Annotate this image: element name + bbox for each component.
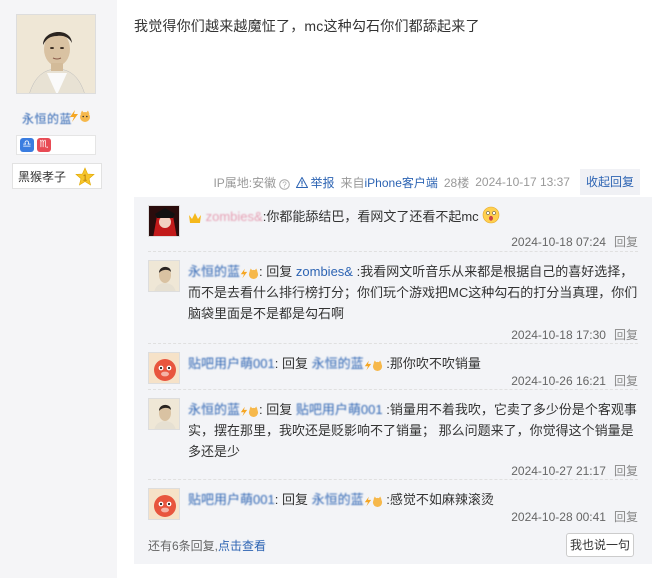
- crown-icon: [189, 213, 201, 223]
- lightning-icon: [240, 268, 248, 279]
- reply-text: :你都能舔结巴，看网文了还看不起mc: [262, 209, 479, 224]
- reply-button[interactable]: 回复: [614, 328, 638, 342]
- scorpio-icon[interactable]: ♏: [37, 138, 51, 152]
- avatar-image: [149, 261, 179, 291]
- author-name[interactable]: 永恒的蓝: [22, 110, 72, 127]
- reply-time: 2024-10-26 16:21: [511, 374, 606, 388]
- reply-to-username[interactable]: zombies&: [296, 264, 353, 279]
- level-badge[interactable]: 黑猴孝子 1: [12, 163, 102, 189]
- reply-text: :那你吹不吹销量: [386, 356, 481, 371]
- level-star-icon: 1: [75, 167, 95, 186]
- reply-meta: 2024-10-18 17:30 回复: [511, 326, 638, 343]
- avatar-image: [149, 353, 179, 383]
- cat-face-icon: [248, 268, 259, 279]
- reply-to-username[interactable]: 永恒的蓝: [312, 492, 364, 507]
- reply-time: 2024-10-27 21:17: [511, 464, 606, 478]
- reply-button[interactable]: 回复: [614, 374, 638, 388]
- reply-button[interactable]: 回复: [614, 464, 638, 478]
- sub-reply-item: 永恒的蓝: 回复 zombies& :我看网文听音乐从来都是根据自己的喜好选择，…: [148, 251, 638, 343]
- sub-reply-item: 贴吧用户萌001: 回复 永恒的蓝 :感觉不如麻辣滚烫 2024-10-28 0…: [148, 479, 638, 525]
- reply-time: 2024-10-28 00:41: [511, 510, 606, 524]
- reply-avatar[interactable]: [148, 260, 180, 292]
- level-title: 黑猴孝子: [18, 169, 67, 184]
- ip-location: IP属地:安徽 ?: [213, 174, 291, 191]
- reply-username[interactable]: 永恒的蓝: [188, 402, 240, 417]
- reply-avatar[interactable]: [148, 488, 180, 520]
- more-replies: 还有6条回复,点击查看: [148, 537, 266, 554]
- reply-meta: 2024-10-27 21:17 回复: [511, 462, 638, 479]
- author-card: 永恒的蓝 ♎ ♏ 黑猴孝子 1: [0, 0, 117, 578]
- more-replies-count: 还有6条回复,: [148, 539, 219, 553]
- lightning-icon: [364, 496, 371, 507]
- reply-to-label: 回复: [281, 492, 308, 507]
- reply-button[interactable]: 回复: [614, 235, 638, 249]
- avatar-image: [149, 399, 179, 429]
- reply-avatar[interactable]: [148, 398, 180, 430]
- libra-icon[interactable]: ♎: [20, 138, 34, 152]
- reply-text: :感觉不如麻辣滚烫: [386, 492, 494, 507]
- reply-avatar[interactable]: [148, 205, 180, 237]
- author-avatar-image: [17, 15, 95, 93]
- lightning-icon: [364, 360, 371, 371]
- floor-number: 28楼: [443, 175, 470, 190]
- reply-meta: 2024-10-18 07:24 回复: [511, 233, 638, 250]
- post-content: 我觉得你们越来越魔怔了，mc这种勾石你们都舔起来了: [134, 18, 480, 34]
- reply-content: zombies&:你都能舔结巴，看网文了还看不起mc: [188, 206, 638, 227]
- author-icon-row: ♎ ♏: [16, 135, 96, 155]
- avatar-image: [149, 206, 179, 236]
- reply-meta: 2024-10-28 00:41 回复: [511, 508, 638, 525]
- reply-time: 2024-10-18 17:30: [511, 328, 606, 342]
- post-meta: IP属地:安徽 ? 举报 来自iPhone客户端 28楼 2024-10-17 …: [213, 169, 640, 195]
- sub-reply-item: zombies&:你都能舔结巴，看网文了还看不起mc 2024-10-18 07…: [148, 197, 638, 251]
- reply-username[interactable]: 贴吧用户萌001: [188, 492, 275, 507]
- reply-to-label: 回复: [281, 356, 308, 371]
- reply-to-username[interactable]: 永恒的蓝: [312, 356, 364, 371]
- reply-to-username[interactable]: 贴吧用户萌001: [296, 402, 383, 417]
- warning-icon: [296, 176, 309, 188]
- lightning-icon: [70, 110, 78, 122]
- reply-username[interactable]: 永恒的蓝: [188, 264, 240, 279]
- reply-time: 2024-10-18 07:24: [511, 235, 606, 249]
- client-link[interactable]: iPhone客户端: [365, 176, 438, 190]
- reply-button[interactable]: 回复: [614, 510, 638, 524]
- surprised-emoji-icon: [482, 206, 500, 224]
- author-avatar[interactable]: [16, 14, 96, 94]
- cat-face-icon: [372, 496, 382, 507]
- reply-meta: 2024-10-26 16:21 回复: [511, 372, 638, 389]
- client-info: 来自iPhone客户端: [340, 175, 438, 190]
- lightning-icon: [240, 406, 248, 417]
- sub-reply-item: 永恒的蓝: 回复 贴吧用户萌001 :销量用不着我吹，它卖了多少份是个客观事实，…: [148, 389, 638, 479]
- reply-content: 永恒的蓝: 回复 zombies& :我看网文听音乐从来都是根据自己的喜好选择，…: [188, 264, 638, 321]
- level-number: 1: [83, 174, 88, 183]
- avatar-image: [149, 489, 179, 519]
- author-badges: [69, 110, 91, 122]
- reply-content: 贴吧用户萌001: 回复 永恒的蓝 :那你吹不吹销量: [188, 356, 481, 371]
- svg-text:?: ?: [283, 180, 288, 189]
- post-time: 2024-10-17 13:37: [475, 175, 570, 189]
- reply-username[interactable]: zombies&: [206, 209, 263, 224]
- view-more-link[interactable]: 点击查看: [218, 539, 266, 553]
- reply-to-label: 回复: [266, 264, 293, 279]
- reply-content: 永恒的蓝: 回复 贴吧用户萌001 :销量用不着我吹，它卖了多少份是个客观事实，…: [188, 402, 637, 459]
- collapse-replies-button[interactable]: 收起回复: [579, 169, 640, 195]
- reply-avatar[interactable]: [148, 352, 180, 384]
- cat-face-icon: [80, 110, 90, 122]
- report-label: 举报: [310, 175, 335, 190]
- sub-reply-item: 贴吧用户萌001: 回复 永恒的蓝 :那你吹不吹销量 2024-10-26 16…: [148, 343, 638, 389]
- reply-username[interactable]: 贴吧用户萌001: [188, 356, 275, 371]
- cat-face-icon: [372, 360, 382, 371]
- report-link[interactable]: 举报: [296, 174, 334, 191]
- reply-to-label: 回复: [266, 402, 293, 417]
- help-icon[interactable]: ?: [279, 178, 291, 190]
- reply-content: 贴吧用户萌001: 回复 永恒的蓝 :感觉不如麻辣滚烫: [188, 492, 494, 507]
- cat-face-icon: [248, 406, 259, 417]
- reply-input-button[interactable]: 我也说一句: [566, 533, 634, 557]
- sub-reply-list: zombies&:你都能舔结巴，看网文了还看不起mc 2024-10-18 07…: [134, 197, 652, 564]
